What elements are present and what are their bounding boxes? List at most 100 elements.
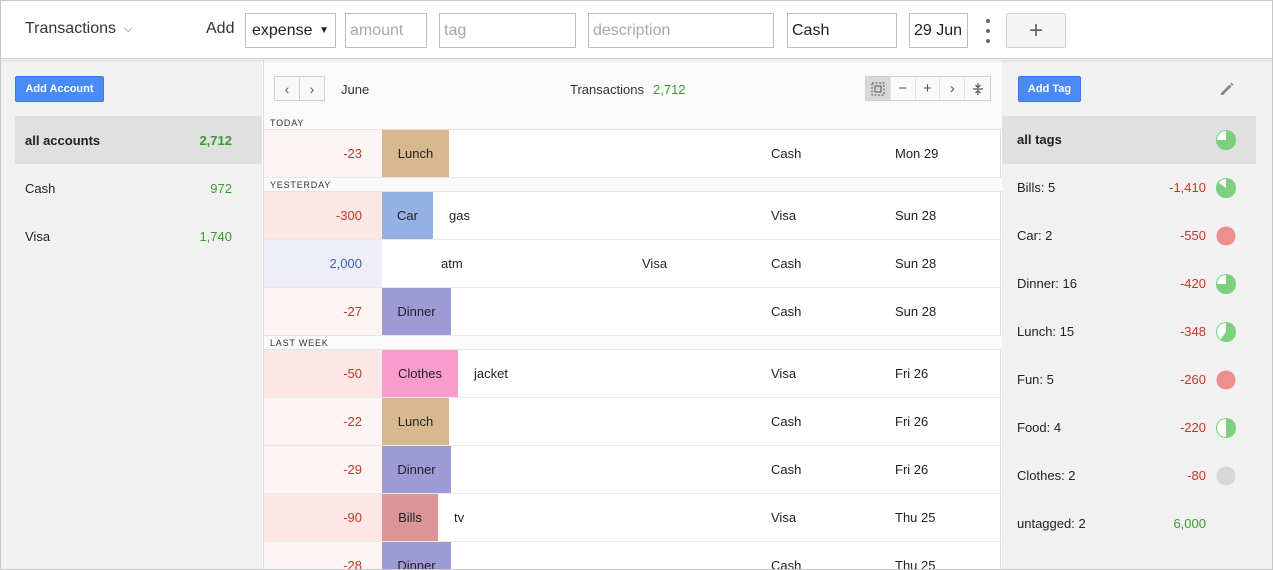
tag-name: Clothes: 2: [1017, 468, 1076, 483]
transaction-row[interactable]: -300 Car gas Visa Sun 28: [264, 192, 1002, 240]
tag-total: -80: [1187, 468, 1206, 483]
transaction-row[interactable]: -90 Bills tv Visa Thu 25: [264, 494, 1002, 542]
prev-month-button[interactable]: ‹: [274, 76, 300, 101]
tag-item[interactable]: Clothes: 2 -80: [1002, 452, 1256, 500]
transaction-account: Visa: [771, 366, 797, 381]
tag-item[interactable]: Car: 2 -550: [1002, 212, 1256, 260]
transaction-row[interactable]: -27 Dinner Cash Sun 28: [264, 288, 1002, 336]
tag-item[interactable]: Food: 4 -220: [1002, 404, 1256, 452]
tag-item[interactable]: Lunch: 15 -348: [1002, 308, 1256, 356]
type-select-value: expense: [252, 21, 313, 39]
group-header: TODAY: [264, 116, 1002, 130]
transaction-date: Fri 26: [895, 462, 929, 477]
account-name: Visa: [25, 228, 51, 244]
pie-chart-icon: [1216, 274, 1236, 294]
tag-total: -550: [1179, 228, 1206, 243]
plus-icon[interactable]: +: [916, 77, 941, 100]
transaction-amount: -29: [264, 446, 382, 493]
transaction-account: Cash: [771, 256, 802, 271]
transaction-description: jacket: [474, 366, 508, 381]
view-tools: − + ›: [865, 76, 991, 101]
transaction-amount: -27: [264, 288, 382, 335]
dropdown-arrow-icon: ▼: [319, 25, 329, 36]
plus-icon: +: [1028, 16, 1043, 44]
transaction-description: gas: [449, 208, 470, 223]
pie-chart-icon: [1216, 418, 1236, 438]
transaction-row[interactable]: -28 Dinner Cash Thu 25: [264, 542, 1002, 570]
tag-total: -348: [1179, 324, 1206, 339]
tag-item[interactable]: Bills: 5 -1,410: [1002, 164, 1256, 212]
type-select[interactable]: expense ▼: [245, 13, 336, 48]
amount-input[interactable]: amount: [345, 13, 427, 48]
date-input[interactable]: 29 Jun: [909, 13, 968, 48]
transaction-date: Sun 28: [895, 208, 937, 223]
transaction-description: atm: [441, 256, 463, 271]
date-value: 29 Jun: [914, 21, 963, 39]
tag-input[interactable]: tag: [439, 13, 576, 48]
more-options-icon[interactable]: [983, 19, 993, 43]
view-switcher[interactable]: Transactions ⌵: [25, 20, 132, 38]
tag-item-all[interactable]: all tags: [1002, 116, 1256, 164]
tag-item[interactable]: untagged: 2 6,000: [1002, 500, 1256, 548]
transaction-date: Sun 28: [895, 256, 937, 271]
add-transaction-button[interactable]: +: [1006, 13, 1066, 48]
edit-icon[interactable]: [1218, 80, 1236, 98]
account-input[interactable]: Cash: [787, 13, 897, 48]
top-bar: Transactions ⌵ Add expense ▼ amount tag …: [1, 1, 1272, 59]
tags-panel: Add Tag all tags Bills: 5 -1,410 Car: 2 -550…: [1002, 60, 1272, 569]
transaction-amount: -90: [264, 494, 382, 541]
transaction-tag[interactable]: Lunch: [382, 398, 449, 445]
transaction-tag[interactable]: Car: [382, 192, 433, 239]
add-account-button[interactable]: Add Account: [15, 76, 104, 102]
description-input[interactable]: description: [588, 13, 774, 48]
accounts-panel: Add Account all accounts 2,712 Cash 972 …: [1, 60, 262, 569]
transactions-toolbar: ‹ › June Transactions 2,712 − + ›: [264, 60, 1002, 116]
select-all-icon[interactable]: [866, 77, 891, 100]
tag-name: all tags: [1017, 132, 1062, 147]
transaction-date: Thu 25: [895, 510, 936, 525]
tag-name: Dinner: 16: [1017, 276, 1077, 291]
account-item-cash[interactable]: Cash 972: [15, 164, 262, 212]
transaction-row[interactable]: -29 Dinner Cash Fri 26: [264, 446, 1002, 494]
transaction-tag[interactable]: Dinner: [382, 542, 451, 569]
add-tag-label: Add Tag: [1027, 83, 1072, 95]
transactions-count-label: Transactions: [570, 82, 644, 97]
chevron-right-icon: ›: [309, 80, 315, 97]
transaction-date: Thu 25: [895, 558, 936, 570]
tag-item[interactable]: Dinner: 16 -420: [1002, 260, 1256, 308]
account-item-visa[interactable]: Visa 1,740: [15, 212, 262, 260]
account-item-all[interactable]: all accounts 2,712: [15, 116, 262, 164]
transaction-tag[interactable]: Dinner: [382, 288, 451, 335]
transaction-amount: -28: [264, 542, 382, 569]
transaction-amount: -300: [264, 192, 382, 239]
transaction-amount: -23: [264, 130, 382, 177]
transaction-tag[interactable]: Clothes: [382, 350, 458, 397]
transaction-amount: 2,000: [264, 240, 382, 287]
transactions-count: 2,712: [653, 82, 686, 97]
collapse-icon[interactable]: [965, 77, 990, 100]
tag-item[interactable]: Fun: 5 -260: [1002, 356, 1256, 404]
tag-placeholder: tag: [444, 21, 467, 39]
group-header: YESTERDAY: [264, 178, 1002, 192]
add-tag-button[interactable]: Add Tag: [1018, 76, 1081, 102]
transaction-row[interactable]: -50 Clothes jacket Visa Fri 26: [264, 350, 1002, 398]
transaction-amount: -22: [264, 398, 382, 445]
transaction-account: Visa: [771, 510, 797, 525]
chevron-right-icon[interactable]: ›: [940, 77, 966, 100]
chevron-down-icon: ⌵: [124, 22, 133, 35]
transaction-row[interactable]: -23 Lunch Cash Mon 29: [264, 130, 1002, 178]
transaction-tag[interactable]: Bills: [382, 494, 438, 541]
tag-name: Lunch: 15: [1017, 324, 1075, 339]
transaction-account: Cash: [771, 414, 802, 429]
chevron-left-icon: ‹: [284, 80, 290, 97]
transaction-row[interactable]: 2,000 atm Visa Cash Sun 28: [264, 240, 1002, 288]
next-month-button[interactable]: ›: [299, 76, 325, 101]
transaction-tag[interactable]: Dinner: [382, 446, 451, 493]
transactions-panel: ‹ › June Transactions 2,712 − + › TODAY -…: [263, 60, 1002, 570]
minus-icon[interactable]: −: [891, 77, 916, 100]
pie-chart-icon: [1216, 178, 1236, 198]
pie-chart-icon: [1216, 322, 1236, 342]
transaction-date: Fri 26: [895, 414, 929, 429]
transaction-row[interactable]: -22 Lunch Cash Fri 26: [264, 398, 1002, 446]
transaction-tag[interactable]: Lunch: [382, 130, 449, 177]
